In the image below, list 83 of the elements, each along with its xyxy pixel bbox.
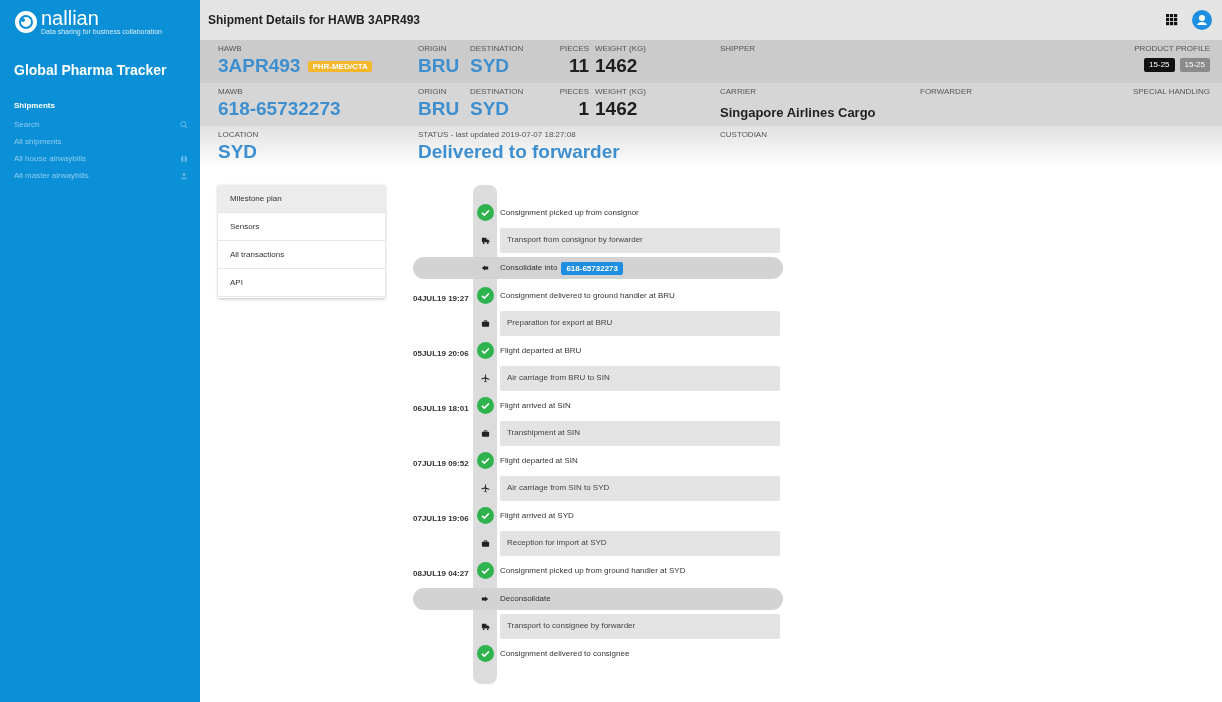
field-value: SYD: [470, 54, 510, 78]
app-grid-icon[interactable]: [1166, 14, 1178, 26]
profile-tag[interactable]: 15-25: [1179, 58, 1210, 72]
field-value: Delivered to forwarder: [418, 140, 620, 164]
half-circle-icon: [180, 154, 188, 163]
field-label: HAWB: [218, 44, 243, 54]
field-label: DESTINATION: [470, 87, 525, 97]
truck-icon: [480, 621, 490, 631]
activity-box: Preparation for export at BRU: [500, 310, 780, 336]
milestone-text: Consignment picked up from consignor: [500, 206, 639, 219]
field-label: ORIGIN: [418, 44, 448, 54]
milestone-text: Consignment picked up from ground handler at SYD: [500, 564, 686, 577]
app-title: Global Pharma Tracker: [13, 61, 168, 80]
field-value: SYD: [470, 97, 510, 121]
field-label: STATUS - last updated 2019-07-07 18:27:08: [418, 130, 577, 140]
field-label: LOCATION: [218, 130, 260, 140]
field-value: SYD: [218, 140, 258, 164]
sidebar-item[interactable]: Search: [0, 116, 200, 133]
field-label: PIECES: [559, 44, 589, 54]
tab[interactable]: Milestone plan: [218, 185, 385, 213]
field-label: PIECES: [559, 87, 589, 97]
field-label: CARRIER: [720, 87, 757, 97]
briefcase-icon: [480, 428, 490, 438]
field-label: SPECIAL HANDLING: [1132, 87, 1210, 97]
activity-box: Transport from consignor by forwarder: [500, 227, 780, 253]
field-value: Singapore Airlines Cargo: [720, 104, 876, 122]
field-value: 1462: [595, 54, 638, 78]
milestone-text: Flight departed at BRU: [500, 344, 582, 357]
field-label: FORWARDER: [920, 87, 973, 97]
activity-box: Transhipment at SIN: [500, 420, 780, 446]
milestone-text: Consignment delivered to ground handler at BRU: [500, 289, 675, 302]
plane-icon: [480, 373, 490, 383]
milestone-text: Flight arrived at SIN: [500, 399, 571, 412]
mawb-tag[interactable]: 618-65732273: [561, 261, 623, 275]
person-icon: [180, 171, 188, 180]
milestone-date: 07JUL19 19:06: [413, 513, 469, 523]
milestone-text: Consignment delivered to consignee: [500, 647, 630, 660]
sidebar-item[interactable]: All shipments: [0, 133, 200, 150]
field-label: SHIPPER: [720, 44, 757, 54]
sidebar-item[interactable]: All master airwaybills: [0, 167, 200, 184]
search-icon: [180, 120, 188, 129]
field-value: 11: [568, 54, 589, 78]
tag: PHR-MED/CTA: [308, 60, 372, 72]
field-label: PRODUCT PROFILE: [1134, 44, 1210, 54]
truck-icon: [480, 235, 490, 245]
field-label: MAWB: [218, 87, 244, 97]
milestone-date: 08JUL19 04:27: [413, 568, 469, 578]
milestone-text: Flight departed at SIN: [500, 454, 578, 467]
field-value: 618-65732273: [218, 97, 341, 121]
logo-wordmark: nallian: [41, 8, 100, 28]
profile-tag[interactable]: 15-25: [1144, 58, 1175, 72]
field-label: ORIGIN: [418, 87, 448, 97]
milestone-date: 04JUL19 19:27: [413, 293, 469, 303]
milestone-date: 07JUL19 09:52: [413, 458, 469, 468]
field-label: DESTINATION: [470, 44, 525, 54]
briefcase-icon: [480, 318, 490, 328]
field-value: BRU: [418, 54, 460, 78]
group-text: Consolidate into: [500, 262, 558, 274]
field-label: WEIGHT (KG): [595, 87, 647, 97]
tab[interactable]: Sensors: [218, 213, 385, 241]
activity-box: Reception for import at SYD: [500, 530, 780, 556]
field-value: 1462: [595, 97, 638, 121]
tab[interactable]: API: [218, 269, 385, 297]
milestone-date: 05JUL19 20:06: [413, 348, 469, 358]
field-value: 1: [578, 97, 589, 121]
user-avatar-icon[interactable]: [1192, 10, 1212, 30]
field-value: 3APR493: [218, 54, 301, 78]
plane-icon: [480, 483, 490, 493]
activity-box: Air carriage from SIN to SYD: [500, 475, 780, 501]
milestone-date: 06JUL19 18:01: [413, 403, 469, 413]
tab[interactable]: All transactions: [218, 241, 385, 269]
section-heading: Shipments: [13, 100, 56, 112]
field-value: BRU: [418, 97, 460, 121]
field-label: WEIGHT (KG): [595, 44, 647, 54]
page-title: Shipment Details for HAWB 3APR493: [208, 12, 421, 29]
briefcase-icon: [480, 538, 490, 548]
sidebar-item[interactable]: All house airwaybills: [0, 150, 200, 167]
activity-box: Transport to consignee by forwarder: [500, 613, 780, 639]
logo-icon: [14, 10, 38, 34]
activity-box: Air carriage from BRU to SIN: [500, 365, 780, 391]
group-text: Deconsolidate: [500, 592, 551, 605]
milestone-text: Flight arrived at SYD: [500, 509, 574, 522]
field-label: CUSTODIAN: [720, 130, 768, 140]
